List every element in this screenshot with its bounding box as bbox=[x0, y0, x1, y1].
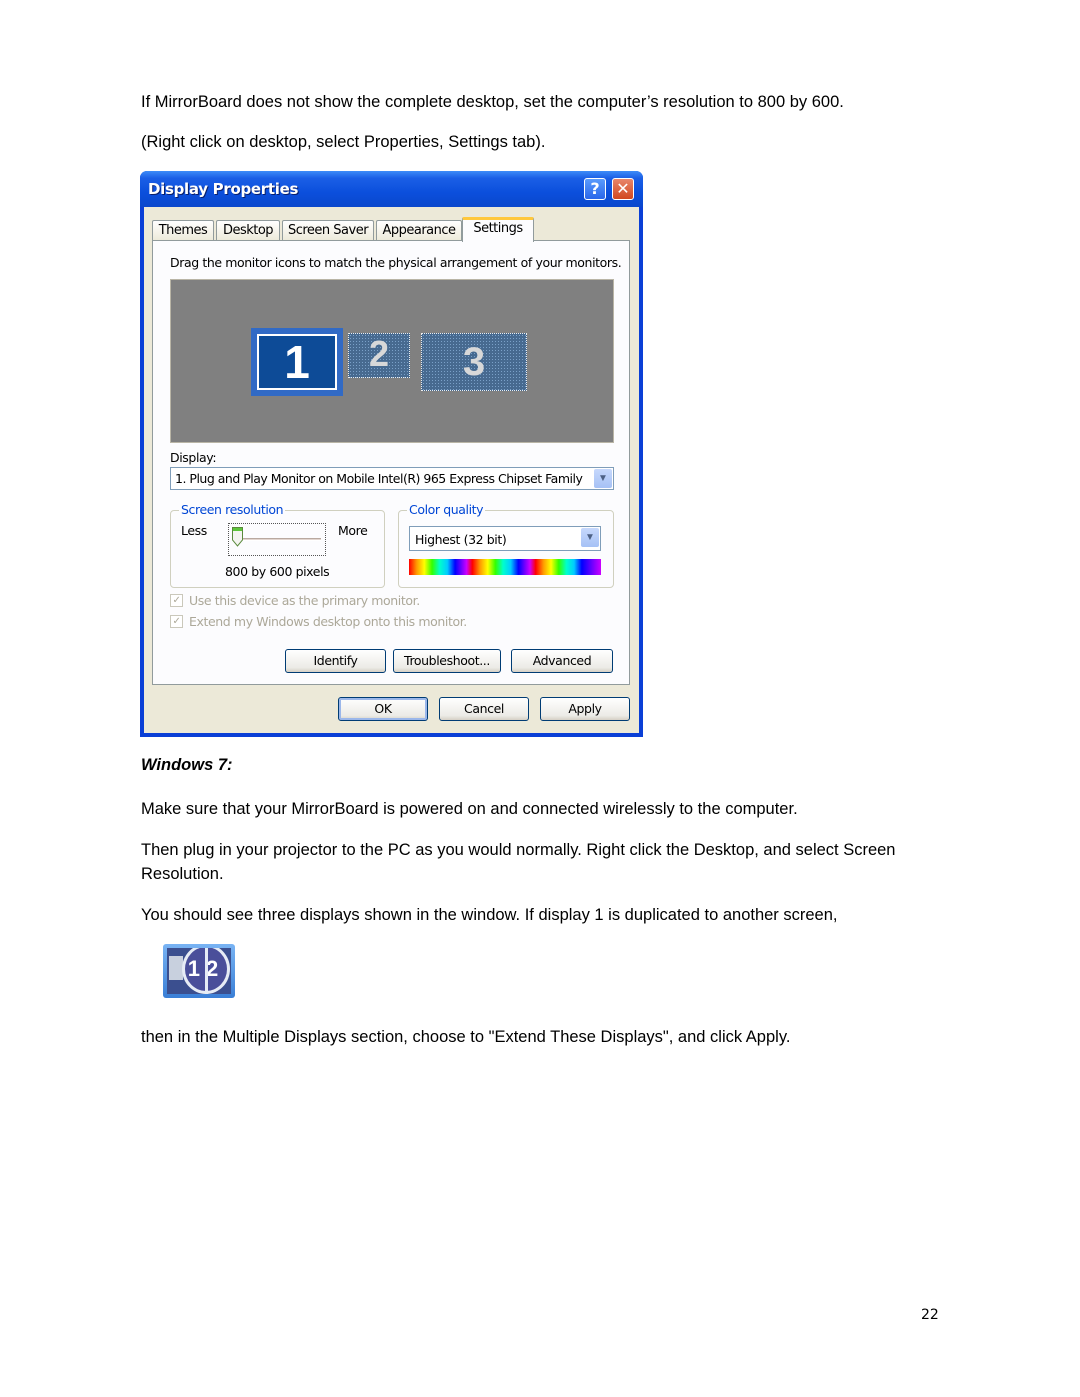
w7-paragraph-4: then in the Multiple Displays section, c… bbox=[141, 1028, 791, 1046]
troubleshoot-button[interactable]: Troubleshoot... bbox=[393, 649, 501, 673]
color-spectrum-bar bbox=[409, 559, 601, 575]
dialog-client: Themes Desktop Screen Saver Appearance S… bbox=[144, 207, 639, 733]
slider-thumb[interactable] bbox=[232, 527, 243, 547]
color-quality-title: Color quality bbox=[407, 502, 486, 517]
color-quality-value: Highest (32 bit) bbox=[415, 532, 507, 547]
monitor-2-icon[interactable]: 2 bbox=[348, 333, 410, 378]
tab-settings[interactable]: Settings bbox=[462, 217, 534, 242]
window-thumbnail bbox=[169, 956, 183, 980]
primary-monitor-label: Use this device as the primary monitor. bbox=[189, 593, 420, 608]
tab-desktop[interactable]: Desktop bbox=[216, 220, 280, 241]
less-label: Less bbox=[181, 523, 207, 538]
display-dropdown-value: 1. Plug and Play Monitor on Mobile Intel… bbox=[175, 471, 583, 486]
display-label: Display: bbox=[170, 450, 217, 465]
screen-resolution-title: Screen resolution bbox=[179, 502, 286, 517]
color-quality-group: Color quality Highest (32 bit) ▼ bbox=[398, 502, 614, 588]
page-number: 22 bbox=[921, 1307, 939, 1323]
advanced-button[interactable]: Advanced bbox=[511, 649, 613, 673]
primary-monitor-checkbox[interactable]: ✓ bbox=[170, 594, 183, 607]
tab-appearance[interactable]: Appearance bbox=[376, 220, 462, 241]
resolution-slider[interactable] bbox=[228, 523, 326, 556]
monitor-3-icon[interactable]: 3 bbox=[421, 333, 527, 391]
monitor-3-number: 3 bbox=[462, 340, 486, 384]
identify-button[interactable]: Identify bbox=[285, 649, 386, 673]
extend-desktop-label: Extend my Windows desktop onto this moni… bbox=[189, 614, 467, 629]
window-title: Display Properties bbox=[148, 180, 299, 198]
w7-paragraph-3: You should see three displays shown in t… bbox=[141, 906, 838, 924]
help-icon: ? bbox=[590, 179, 600, 198]
badge-divider bbox=[205, 948, 208, 994]
tab-screen-saver[interactable]: Screen Saver bbox=[282, 220, 374, 241]
more-label: More bbox=[338, 523, 368, 538]
w7-paragraph-1: Make sure that your MirrorBoard is power… bbox=[141, 800, 798, 818]
settings-panel: Drag the monitor icons to match the phys… bbox=[152, 240, 630, 685]
extend-desktop-checkbox[interactable]: ✓ bbox=[170, 615, 183, 628]
intro-paragraph: If MirrorBoard does not show the complet… bbox=[141, 93, 844, 111]
monitor-2-number: 2 bbox=[368, 333, 390, 374]
windows7-heading: Windows 7: bbox=[141, 756, 233, 774]
w7-paragraph-2: Then plug in your projector to the PC as… bbox=[141, 841, 896, 883]
resolution-value: 800 by 600 pixels bbox=[225, 564, 330, 579]
monitor-instruction: Drag the monitor icons to match the phys… bbox=[170, 255, 622, 270]
chevron-down-icon[interactable]: ▼ bbox=[581, 528, 599, 547]
monitor-1-number: 1 bbox=[284, 336, 310, 388]
title-bar[interactable]: Display Properties ? ✕ bbox=[140, 171, 643, 207]
display-properties-window: Display Properties ? ✕ Themes Desktop Sc… bbox=[140, 171, 643, 737]
close-button[interactable]: ✕ bbox=[612, 178, 634, 200]
tab-themes[interactable]: Themes bbox=[152, 220, 214, 241]
monitor-1-icon[interactable]: 1 bbox=[251, 328, 343, 396]
close-icon: ✕ bbox=[616, 179, 630, 198]
instruction-paragraph: (Right click on desktop, select Properti… bbox=[141, 133, 546, 151]
ok-button[interactable]: OK bbox=[338, 697, 428, 721]
chevron-down-icon[interactable]: ▼ bbox=[594, 469, 612, 488]
color-quality-dropdown[interactable]: Highest (32 bit) ▼ bbox=[409, 526, 601, 551]
display-dropdown[interactable]: 1. Plug and Play Monitor on Mobile Intel… bbox=[170, 467, 614, 490]
slider-track bbox=[237, 538, 321, 541]
monitor-arrangement-area: 1 2 3 bbox=[170, 279, 614, 443]
apply-button[interactable]: Apply bbox=[540, 697, 630, 721]
digit-2: 2 bbox=[206, 956, 225, 981]
help-button[interactable]: ? bbox=[584, 178, 606, 200]
digit-1: 1 bbox=[187, 956, 206, 981]
duplicate-displays-icon: 12 bbox=[163, 944, 235, 998]
screen-resolution-group: Screen resolution Less More 800 by 600 p… bbox=[170, 502, 385, 588]
cancel-button[interactable]: Cancel bbox=[439, 697, 529, 721]
